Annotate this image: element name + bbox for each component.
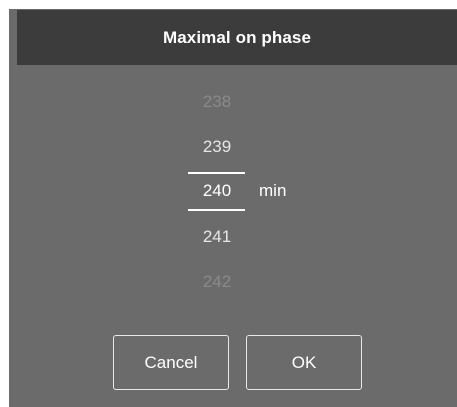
number-picker[interactable]: 238 239 240 241 242 min <box>9 65 457 325</box>
cancel-button[interactable]: Cancel <box>113 335 229 390</box>
number-picker-dialog: Maximal on phase 238 239 240 241 242 min… <box>9 9 457 407</box>
picker-value-previous[interactable]: 239 <box>167 137 267 157</box>
dialog-title: Maximal on phase <box>162 27 312 47</box>
picker-selection-divider-top <box>188 172 245 174</box>
picker-value-previous-2[interactable]: 238 <box>167 92 267 112</box>
picker-selected-value[interactable]: 240 <box>167 181 267 201</box>
picker-value-next[interactable]: 241 <box>167 227 267 247</box>
dialog-header: Maximal on phase <box>17 10 457 65</box>
picker-selection-divider-bottom <box>188 209 245 211</box>
picker-value-next-2[interactable]: 242 <box>167 272 267 292</box>
ok-button[interactable]: OK <box>246 335 362 390</box>
picker-unit-label: min <box>259 181 287 200</box>
